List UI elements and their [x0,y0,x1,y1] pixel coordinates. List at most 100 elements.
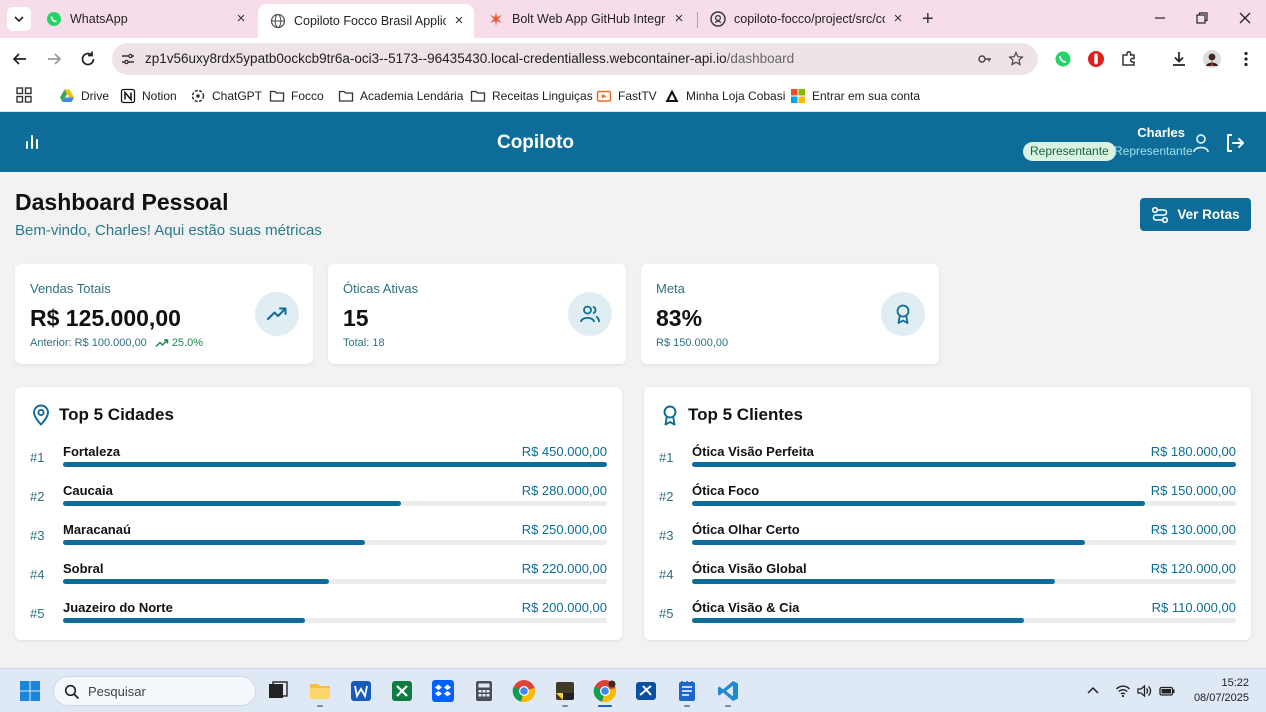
role-badge: Representante [1023,142,1116,161]
close-tab-icon[interactable]: × [891,11,905,26]
metric-previous: Anterior: R$ 100.000,00 [30,337,147,349]
user-role: Representante [1114,144,1193,158]
bookmark-focco[interactable]: Focco [269,86,324,106]
metric-sub: Anterior: R$ 100.000,00 25.0% [30,337,203,349]
ranking-bar-fill [692,501,1146,506]
calculator-icon[interactable] [472,679,496,703]
running-indicator [317,705,323,707]
close-tab-icon[interactable]: × [452,13,466,28]
metric-card-meta: Meta 83% R$ 150.000,00 [641,264,939,364]
word-icon[interactable] [349,679,373,703]
route-icon [1152,206,1169,223]
url-text[interactable]: zp1v56uxy8rdx5ypatb0ockcb9tr6a-oci3--517… [145,51,794,66]
ranking-row: #5 Ótica Visão & Cia R$ 110.000,00 [644,600,1251,639]
metric-label: Meta [656,281,685,296]
ranking-row: #1 Fortaleza R$ 450.000,00 [15,444,622,483]
task-view-icon[interactable] [266,679,290,703]
address-bar[interactable]: zp1v56uxy8rdx5ypatb0ockcb9tr6a-oci3--517… [112,43,1038,75]
bookmark-notion[interactable]: Notion [120,86,177,106]
page-title: Dashboard Pessoal [15,189,229,215]
minimize-icon[interactable] [1152,10,1168,26]
bookmark-academia-lendaria[interactable]: Academia Lendária [338,86,463,106]
app-title: Copiloto [496,132,575,153]
clock-date: 08/07/2025 [1193,692,1249,704]
clock-time: 15:22 [1221,677,1249,689]
battery-icon[interactable] [1159,683,1175,699]
tab-search-button[interactable] [7,7,31,31]
password-key-icon[interactable] [977,51,993,67]
dropbox-icon[interactable] [431,679,455,703]
notepad-icon[interactable] [675,679,699,703]
bookmark-chatgpt[interactable]: ChatGPT [190,86,262,106]
bookmark-receitas-linguicas[interactable]: Receitas Linguiças [470,86,593,106]
ranking-bar-fill [63,618,305,623]
chevron-down-icon [14,16,24,23]
ranking-name: Ótica Visão Perfeita [692,444,814,459]
ranking-value: R$ 150.000,00 [1150,483,1236,498]
tab-bolt[interactable]: Bolt Web App GitHub Integratic × [476,4,694,34]
ranking-name: Ótica Foco [692,483,760,498]
adblock-extension-icon[interactable] [1086,49,1106,69]
ranking-position: #4 [659,567,674,582]
github-icon [710,11,726,27]
download-icon[interactable] [1169,49,1189,69]
cobasi-icon [665,89,679,102]
file-explorer-icon[interactable] [308,679,332,703]
chrome-icon[interactable] [512,679,536,703]
ranking-value: R$ 130.000,00 [1150,522,1236,537]
logout-icon[interactable] [1224,132,1246,154]
ver-rotas-button[interactable]: Ver Rotas [1140,198,1251,231]
bookmark-star-icon[interactable] [1008,51,1024,67]
snip-icon[interactable] [634,679,658,703]
whatsapp-extension-icon[interactable] [1053,49,1073,69]
excel-icon[interactable] [390,679,414,703]
forward-arrow-icon[interactable] [44,49,64,69]
vscode-icon[interactable] [716,679,740,703]
tab-whatsapp[interactable]: WhatsApp × [34,4,256,34]
extensions-puzzle-icon[interactable] [1119,49,1139,69]
bookmark-label: Focco [291,89,324,103]
tab-title: Copiloto Focco Brasil Applicatio [294,14,446,28]
bookmark-entrar-em-sua-conta[interactable]: Entrar em sua conta [790,86,920,106]
ranking-position: #1 [659,450,674,465]
ranking-row: #2 Caucaia R$ 280.000,00 [15,483,622,522]
close-window-icon[interactable] [1237,10,1253,26]
kebab-menu-icon[interactable] [1236,49,1256,69]
tab-title: Bolt Web App GitHub Integratic [512,12,666,26]
whatsapp-icon [47,12,61,26]
restore-icon[interactable] [1194,10,1210,26]
close-tab-icon[interactable]: × [234,11,248,26]
profile-avatar[interactable] [1202,49,1222,69]
ranking-row: #5 Juazeiro do Norte R$ 200.000,00 [15,600,622,639]
taskbar-clock[interactable]: 15:22 08/07/2025 [1194,676,1249,706]
chrome-profile-icon[interactable] [593,679,617,703]
sticky-notes-icon[interactable] [553,679,577,703]
ranking-value: R$ 200.000,00 [521,600,607,615]
volume-icon[interactable] [1136,683,1152,699]
wifi-icon[interactable] [1115,683,1131,699]
apps-grid-icon[interactable] [16,87,32,103]
windows-start-icon[interactable] [19,680,41,702]
back-arrow-icon[interactable] [10,49,30,69]
taskbar-search-box[interactable]: Pesquisar [53,676,256,706]
reload-icon[interactable] [78,49,98,69]
ranking-bar-track [692,579,1236,584]
user-icon[interactable] [1192,133,1210,153]
users-icon [580,305,600,323]
bookmark-minha-loja-cobasi[interactable]: Minha Loja Cobasi [664,86,785,106]
chevron-up-icon[interactable] [1085,683,1101,699]
tab-copiloto[interactable]: Copiloto Focco Brasil Applicatio × [258,4,474,38]
close-tab-icon[interactable]: × [672,11,686,26]
bookmarks-bar: Drive Notion ChatGPT Focco Academia Lend… [0,80,1266,112]
url-path: /dashboard [726,51,795,66]
site-settings-icon[interactable] [120,51,136,67]
new-tab-icon[interactable]: + [922,9,934,29]
bookmark-fasttv[interactable]: FastTV [596,86,657,106]
ranking-bar-fill [692,540,1085,545]
ranking-name: Caucaia [63,483,113,498]
ranking-row: #1 Ótica Visão Perfeita R$ 180.000,00 [644,444,1251,483]
bookmark-drive[interactable]: Drive [59,86,109,106]
ranking-name: Juazeiro do Norte [63,600,173,615]
running-indicator [725,705,731,707]
tab-github[interactable]: copiloto-focco/project/src/com × [698,4,913,34]
